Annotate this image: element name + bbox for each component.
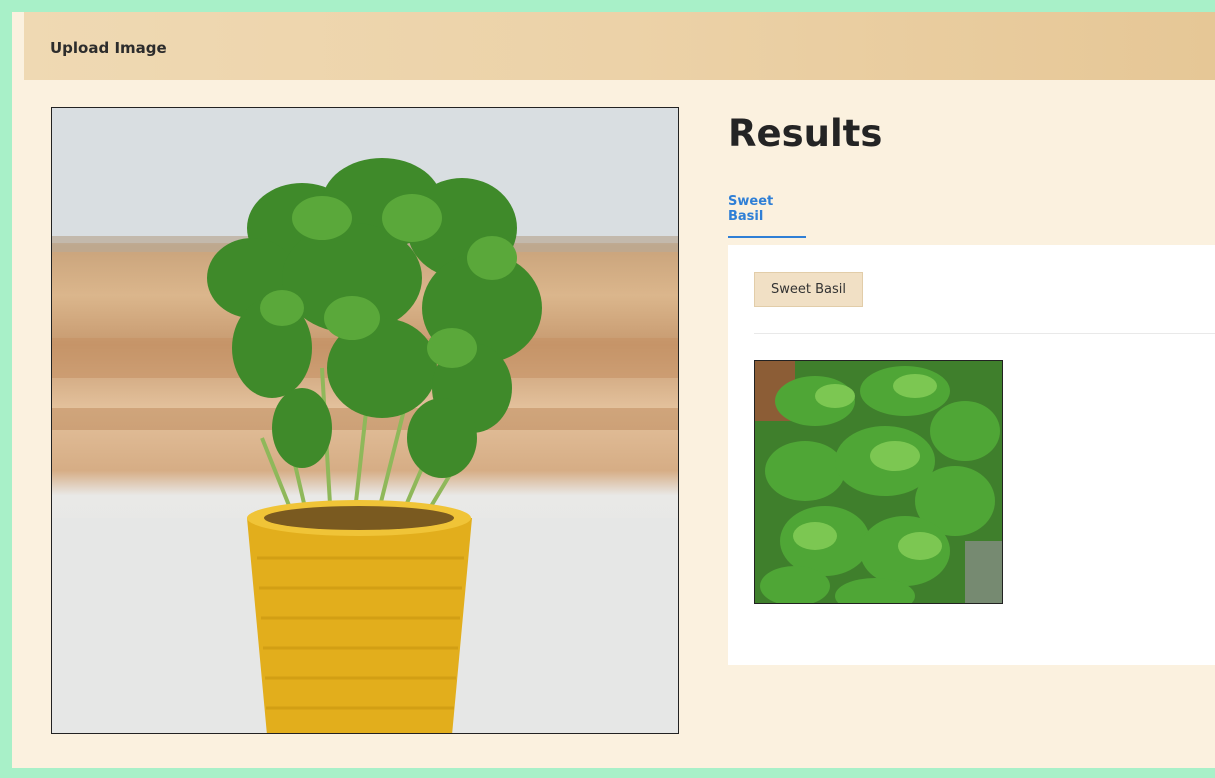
- result-image: [754, 360, 1003, 604]
- card-divider: [754, 333, 1215, 334]
- results-heading: Results: [728, 112, 883, 155]
- upload-image-title: Upload Image: [50, 39, 167, 57]
- prediction-badge: Sweet Basil: [754, 272, 863, 307]
- top-bar: Upload Image: [24, 12, 1215, 80]
- app-frame: Upload Image Results Sweet Basil Sweet B…: [12, 12, 1215, 768]
- uploaded-image: [51, 107, 679, 734]
- tab-sweet-basil[interactable]: Sweet Basil: [728, 194, 806, 238]
- result-card: Sweet Basil: [728, 245, 1215, 665]
